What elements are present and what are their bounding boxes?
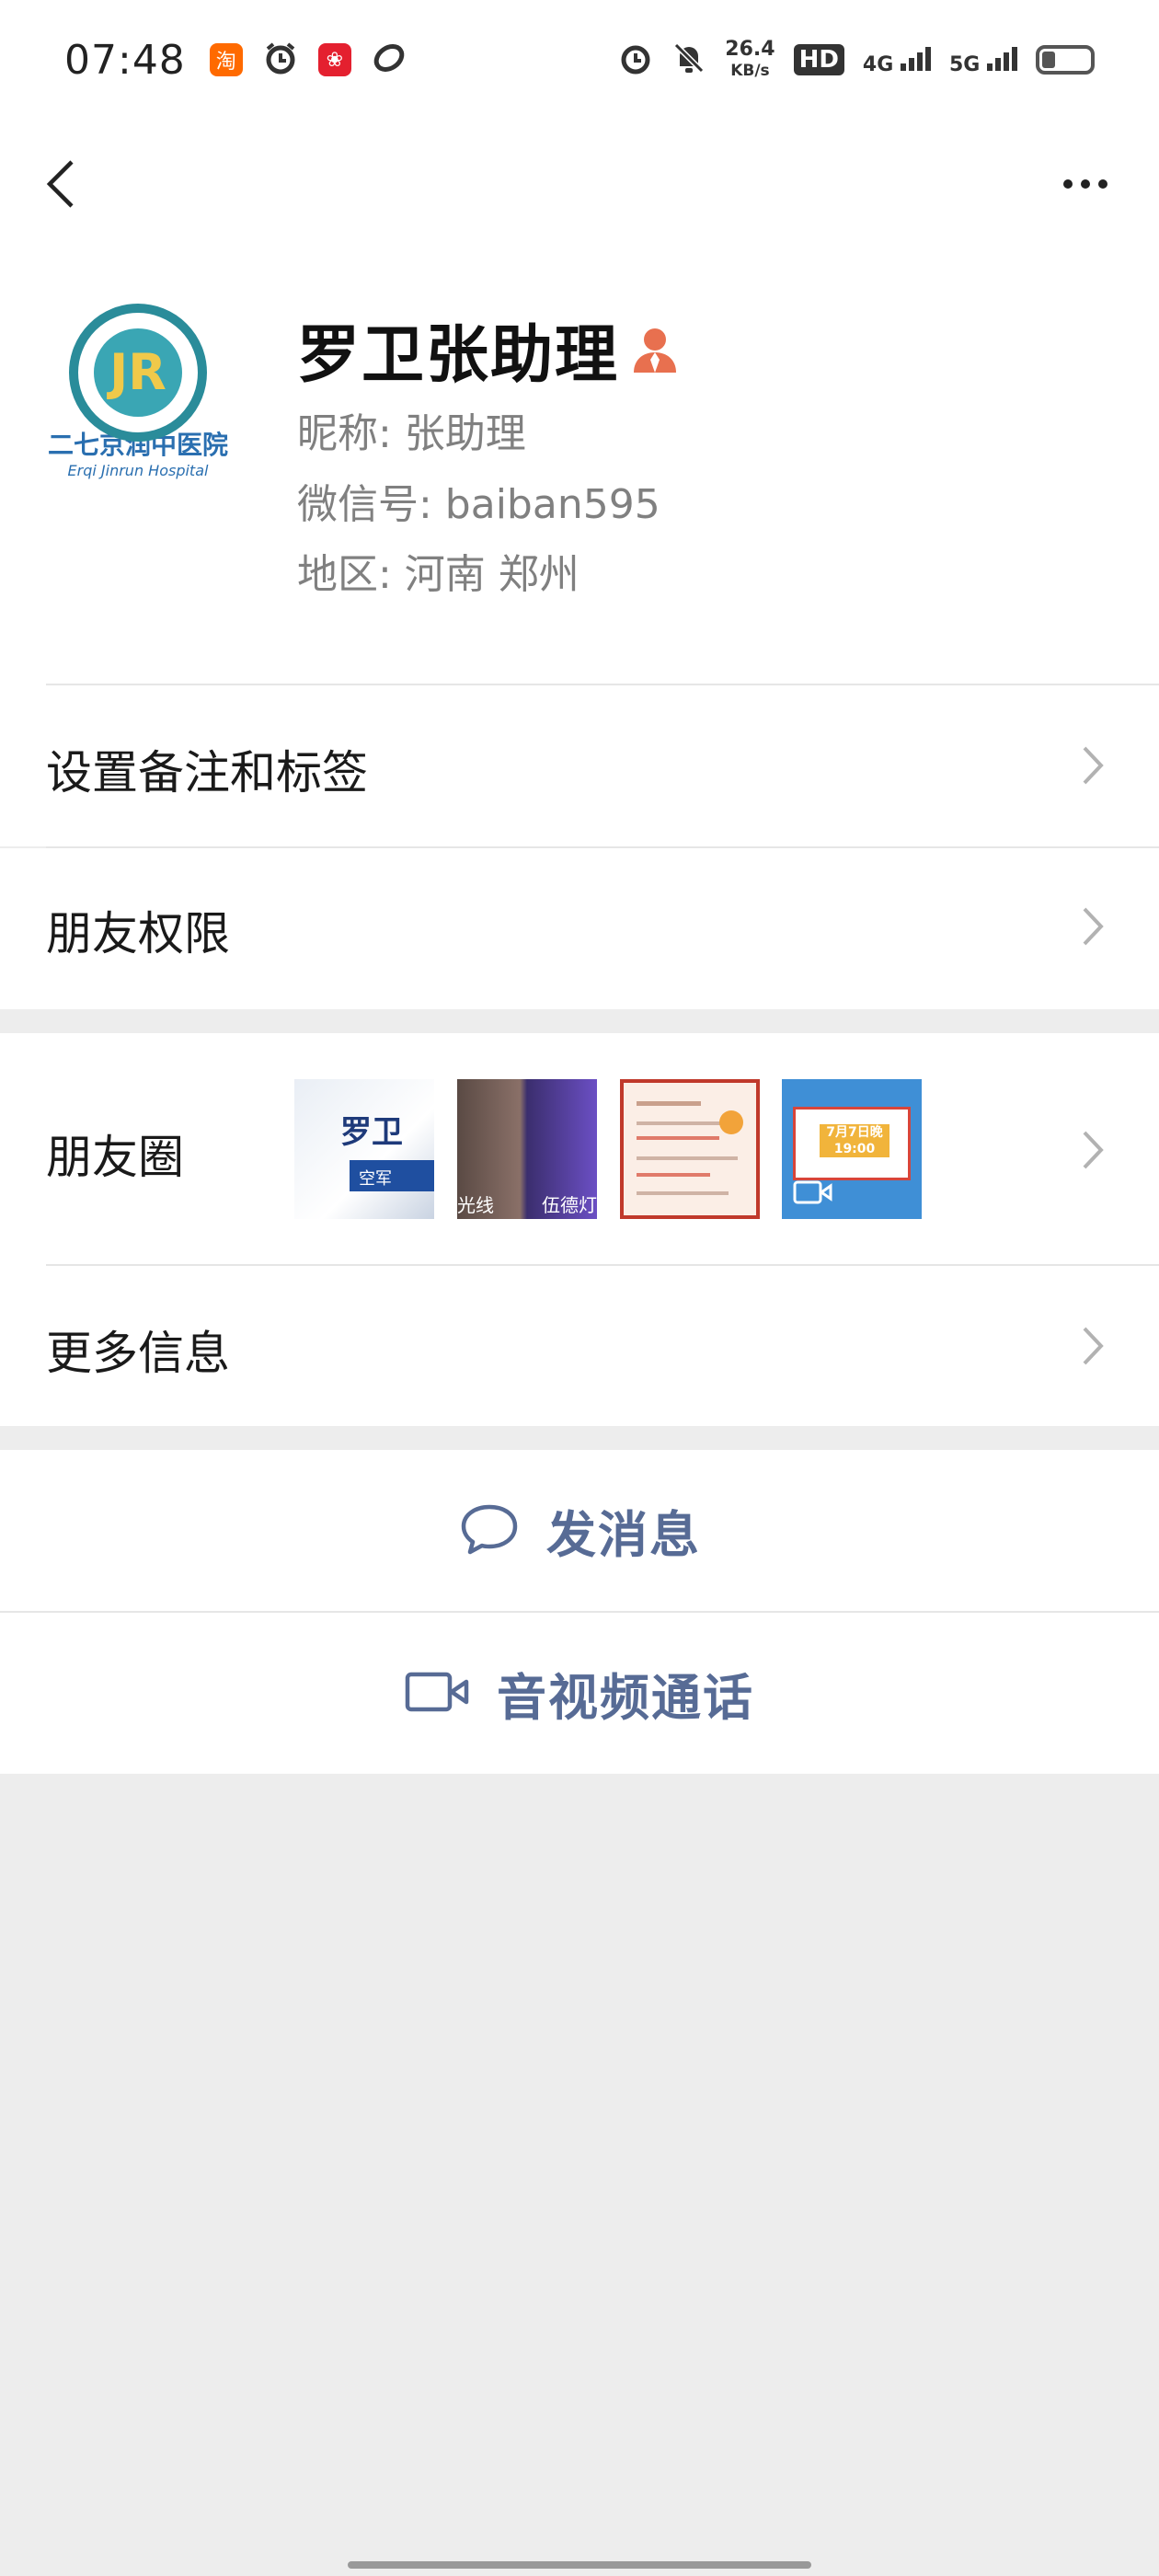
alarm-icon (263, 40, 298, 79)
friend-permissions-cell[interactable]: 朋友权限 (0, 848, 1159, 1009)
alarm-icon (618, 40, 653, 79)
home-indicator[interactable] (348, 2561, 811, 2569)
chevron-right-icon (1077, 1321, 1108, 1371)
net-4g-label: 4G (862, 52, 894, 76)
contact-name: 罗卫张助理 (297, 319, 620, 392)
thumb-4-label: 7月7日晚 19:00 (820, 1124, 889, 1157)
thumb-1-sub: 空军 (350, 1160, 434, 1191)
moments-cell[interactable]: 朋友圈 罗卫 空军 光线 伍德灯 7月7日晚 19:00 (0, 1033, 1159, 1266)
send-message-button[interactable]: 发消息 (0, 1450, 1159, 1611)
avatar-hospital-sub: Erqi Jinrun Hospital (67, 461, 209, 479)
chevron-right-icon (1077, 741, 1108, 790)
thumb-4-time: 19:00 (833, 1142, 876, 1156)
battery-icon (1036, 45, 1095, 75)
send-message-label: 发消息 (546, 1506, 701, 1564)
thumb-2-right: 伍德灯 (542, 1194, 597, 1216)
video-call-label: 音视频通话 (497, 1669, 754, 1727)
back-icon[interactable] (37, 156, 92, 212)
net-4g: 4G (863, 45, 931, 75)
moments-thumb-2: 光线 伍德灯 (457, 1079, 597, 1219)
video-call-button[interactable]: 音视频通话 (0, 1613, 1159, 1774)
moments-thumb-1: 罗卫 空军 (294, 1079, 434, 1219)
remark-and-tags-cell[interactable]: 设置备注和标签 (0, 685, 1159, 846)
chevron-right-icon (1077, 902, 1108, 951)
hd-badge: HD (793, 44, 844, 75)
name-row: 罗卫张助理 (297, 304, 678, 395)
status-bar: 07:48 淘 ❀ 26.4 KB/s HD 4G 5G (0, 0, 1159, 120)
chevron-right-icon (1077, 1125, 1108, 1175)
more-options-icon[interactable] (1049, 156, 1122, 212)
more-info-label: 更多信息 (46, 1327, 230, 1380)
contact-profile-page: 07:48 淘 ❀ 26.4 KB/s HD 4G 5G JR 二七京润中医院 … (0, 0, 1159, 2576)
signal-5g-icon (987, 45, 1017, 71)
nav-bar (0, 120, 1159, 248)
status-time: 07:48 (64, 36, 186, 84)
net-speed-value: 26.4 (725, 37, 775, 61)
profile-header: JR 二七京润中医院 Erqi Jinrun Hospital 罗卫张助理 昵称… (0, 248, 1159, 685)
remark-and-tags-label: 设置备注和标签 (46, 746, 368, 799)
net-speed: 26.4 KB/s (725, 37, 775, 81)
region-line: 地区: 河南 郑州 (297, 551, 580, 598)
thumb-1-text: 罗卫 (340, 1114, 403, 1151)
thumb-2-left: 光线 (457, 1194, 494, 1216)
link-icon (372, 40, 407, 79)
moments-thumb-3 (620, 1079, 760, 1219)
video-camera-icon (405, 1669, 471, 1719)
net-5g-label: 5G (948, 52, 981, 76)
signal-4g-icon (900, 45, 931, 71)
moments-thumb-4: 7月7日晚 19:00 (782, 1079, 922, 1219)
taobao-icon: 淘 (209, 43, 243, 76)
avatar[interactable]: JR 二七京润中医院 Erqi Jinrun Hospital (46, 299, 230, 483)
wechat-id-line: 微信号: baiban595 (297, 481, 660, 528)
person-icon (632, 325, 678, 374)
hospital-logo-icon: JR (69, 303, 207, 442)
status-right-icons: 26.4 KB/s HD 4G 5G (618, 37, 1095, 81)
video-icon (793, 1179, 833, 1210)
status-app-icons: 淘 ❀ (209, 40, 407, 79)
mute-bell-icon (671, 40, 706, 79)
logo-mark: JR (94, 328, 182, 417)
nickname-line: 昵称: 张助理 (297, 410, 526, 457)
friend-permissions-label: 朋友权限 (46, 907, 230, 960)
chat-bubble-icon (458, 1501, 521, 1560)
moments-label: 朋友圈 (46, 1131, 184, 1184)
net-speed-unit: KB/s (730, 61, 770, 80)
net-5g: 5G (949, 45, 1017, 75)
more-info-cell[interactable]: 更多信息 (0, 1266, 1159, 1426)
app-red-icon: ❀ (317, 43, 351, 76)
thumb-4-date: 7月7日晚 (826, 1125, 883, 1140)
